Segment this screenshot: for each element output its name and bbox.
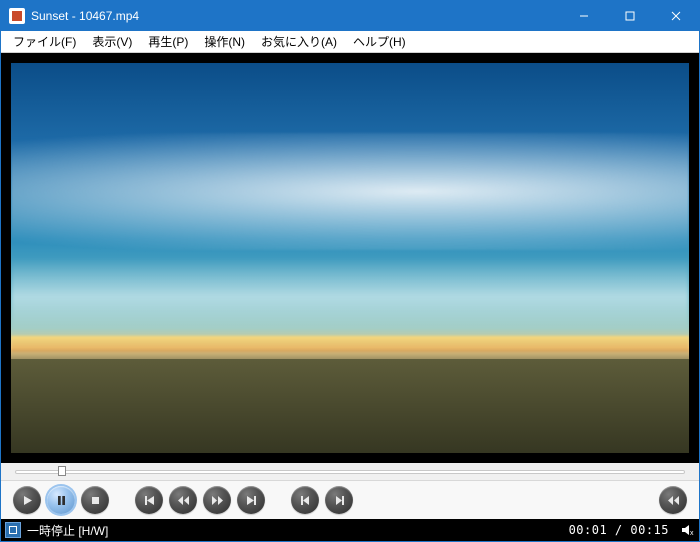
video-area[interactable]: [1, 53, 699, 463]
jump-back-button[interactable]: [659, 486, 687, 514]
window-title: Sunset - 10467.mp4: [31, 9, 561, 23]
time-display: 00:01 / 00:15: [569, 523, 669, 537]
menu-playback[interactable]: 再生(P): [140, 31, 196, 52]
seekbar[interactable]: [1, 463, 699, 481]
menu-favorites[interactable]: お気に入り(A): [253, 31, 345, 52]
close-button[interactable]: [653, 1, 699, 31]
skip-next-button[interactable]: [237, 486, 265, 514]
rewind-button[interactable]: [169, 486, 197, 514]
statusbar: 一時停止 [H/W] 00:01 / 00:15 x: [1, 519, 699, 541]
pause-button[interactable]: [47, 486, 75, 514]
playback-controls: [1, 481, 699, 519]
fast-forward-button[interactable]: [203, 486, 231, 514]
skip-prev-button[interactable]: [135, 486, 163, 514]
stop-button[interactable]: [81, 486, 109, 514]
seek-thumb[interactable]: [56, 464, 68, 478]
menu-file[interactable]: ファイル(F): [5, 31, 84, 52]
time-total: 00:15: [630, 523, 669, 537]
menubar: ファイル(F) 表示(V) 再生(P) 操作(N) お気に入り(A) ヘルプ(H…: [1, 31, 699, 53]
maximize-button[interactable]: [607, 1, 653, 31]
window-controls: [561, 1, 699, 31]
volume-mute-icon[interactable]: x: [681, 524, 695, 536]
menu-help[interactable]: ヘルプ(H): [345, 31, 414, 52]
app-icon: [9, 8, 25, 24]
menu-view[interactable]: 表示(V): [84, 31, 140, 52]
app-window: Sunset - 10467.mp4 ファイル(F) 表示(V) 再生(P) 操…: [0, 0, 700, 542]
time-current: 00:01: [569, 523, 608, 537]
step-back-button[interactable]: [291, 486, 319, 514]
playback-state: 一時停止 [H/W]: [27, 522, 563, 539]
step-forward-button[interactable]: [325, 486, 353, 514]
svg-text:x: x: [690, 530, 694, 536]
seek-track[interactable]: [15, 470, 685, 474]
video-frame: [11, 63, 689, 453]
minimize-button[interactable]: [561, 1, 607, 31]
menu-navigate[interactable]: 操作(N): [196, 31, 253, 52]
titlebar[interactable]: Sunset - 10467.mp4: [1, 1, 699, 31]
status-icon: [5, 522, 21, 538]
play-button[interactable]: [13, 486, 41, 514]
